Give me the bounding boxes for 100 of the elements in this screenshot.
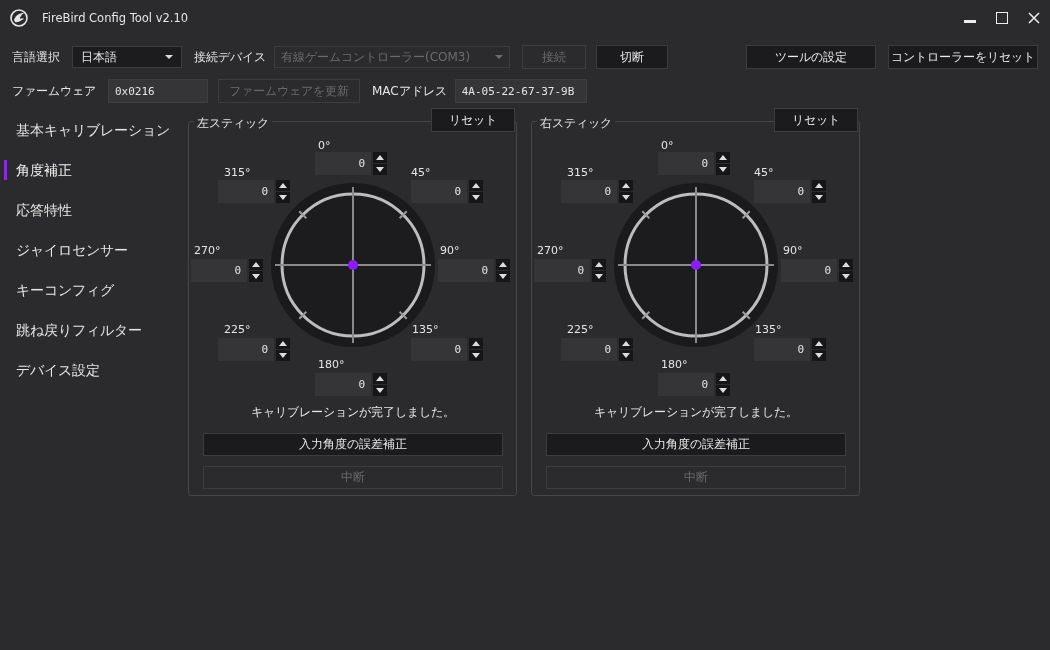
angle-input[interactable]: 0 bbox=[411, 180, 467, 203]
up-triangle-icon bbox=[842, 262, 850, 267]
angle-label: 225° bbox=[224, 323, 251, 336]
sidebar-item[interactable]: 応答特性 bbox=[0, 198, 176, 222]
reset-controller-button[interactable]: コントローラーをリセット bbox=[888, 45, 1038, 69]
tool-settings-button[interactable]: ツールの設定 bbox=[746, 45, 876, 69]
down-triangle-icon bbox=[719, 167, 727, 172]
angle-label: 270° bbox=[537, 244, 564, 257]
firmware-field[interactable]: 0x0216 bbox=[108, 79, 208, 103]
spin-down-button[interactable] bbox=[276, 192, 290, 203]
angle-input[interactable]: 0 bbox=[561, 338, 617, 361]
spin-up-button[interactable] bbox=[496, 259, 510, 270]
reset-button[interactable]: リセット bbox=[774, 108, 858, 132]
mac-address-label: MACアドレス bbox=[372, 82, 447, 100]
sidebar-item[interactable]: 跳ね戻りフィルター bbox=[0, 318, 176, 342]
down-triangle-icon bbox=[252, 274, 260, 279]
spin-up-button[interactable] bbox=[716, 373, 730, 384]
spin-up-button[interactable] bbox=[469, 338, 483, 349]
angle-input[interactable]: 0 bbox=[438, 259, 494, 282]
spin-up-button[interactable] bbox=[469, 180, 483, 191]
sidebar-item[interactable]: デバイス設定 bbox=[0, 358, 176, 382]
spin-up-button[interactable] bbox=[373, 373, 387, 384]
disconnect-button[interactable]: 切断 bbox=[596, 45, 668, 69]
panel-title: 左スティック bbox=[194, 116, 272, 131]
spin-up-button[interactable] bbox=[812, 180, 826, 191]
angle-correction-button[interactable]: 入力角度の誤差補正 bbox=[202, 433, 503, 456]
spin-down-button[interactable] bbox=[716, 385, 730, 396]
spin-up-button[interactable] bbox=[839, 259, 853, 270]
down-triangle-icon bbox=[376, 388, 384, 393]
angle-input[interactable]: 0 bbox=[658, 373, 714, 396]
sidebar-item[interactable]: キーコンフィグ bbox=[0, 278, 176, 302]
up-triangle-icon bbox=[279, 183, 287, 188]
spin-down-button[interactable] bbox=[619, 192, 633, 203]
spin-up-button[interactable] bbox=[619, 180, 633, 191]
down-triangle-icon bbox=[842, 274, 850, 279]
spin-down-button[interactable] bbox=[249, 271, 263, 282]
spin-down-button[interactable] bbox=[716, 164, 730, 175]
down-triangle-icon bbox=[622, 353, 630, 358]
dropdown-caret-icon bbox=[495, 55, 503, 59]
up-triangle-icon bbox=[376, 155, 384, 160]
up-triangle-icon bbox=[719, 155, 727, 160]
angle-input[interactable]: 0 bbox=[315, 152, 371, 175]
down-triangle-icon bbox=[595, 274, 603, 279]
spin-up-button[interactable] bbox=[373, 152, 387, 163]
up-triangle-icon bbox=[622, 341, 630, 346]
spin-up-button[interactable] bbox=[249, 259, 263, 270]
angle-label: 45° bbox=[754, 166, 774, 179]
close-icon[interactable] bbox=[1028, 12, 1040, 24]
angle-label: 0° bbox=[318, 139, 331, 152]
spin-down-button[interactable] bbox=[812, 192, 826, 203]
reset-button[interactable]: リセット bbox=[431, 108, 515, 132]
angle-input[interactable]: 0 bbox=[411, 338, 467, 361]
up-triangle-icon bbox=[815, 183, 823, 188]
mac-address-field[interactable]: 4A-05-22-67-37-9B bbox=[454, 79, 587, 103]
sidebar-item[interactable]: 角度補正 bbox=[0, 158, 176, 182]
angle-label: 90° bbox=[783, 244, 803, 257]
spin-down-button[interactable] bbox=[469, 350, 483, 361]
spin-down-button[interactable] bbox=[373, 385, 387, 396]
spin-up-button[interactable] bbox=[276, 338, 290, 349]
maximize-icon[interactable] bbox=[996, 12, 1008, 24]
angle-input[interactable]: 0 bbox=[218, 180, 274, 203]
sidebar-item[interactable]: ジャイロセンサー bbox=[0, 238, 176, 262]
up-triangle-icon bbox=[622, 183, 630, 188]
down-triangle-icon bbox=[279, 353, 287, 358]
down-triangle-icon bbox=[815, 353, 823, 358]
angle-input[interactable]: 0 bbox=[754, 180, 810, 203]
bird-logo-icon bbox=[10, 9, 28, 27]
up-triangle-icon bbox=[472, 183, 480, 188]
spin-down-button[interactable] bbox=[592, 271, 606, 282]
angle-input[interactable]: 0 bbox=[315, 373, 371, 396]
dropdown-caret-icon bbox=[165, 55, 173, 59]
angle-input[interactable]: 0 bbox=[218, 338, 274, 361]
sidebar-item[interactable]: 基本キャリブレーション bbox=[0, 118, 176, 142]
spin-up-button[interactable] bbox=[619, 338, 633, 349]
angle-correction-button[interactable]: 入力角度の誤差補正 bbox=[545, 433, 846, 456]
window-title: FireBird Config Tool v2.10 bbox=[42, 11, 190, 25]
angle-label: 135° bbox=[412, 323, 439, 336]
spin-down-button[interactable] bbox=[496, 271, 510, 282]
angle-label: 0° bbox=[661, 139, 674, 152]
device-label: 接続デバイス bbox=[194, 48, 266, 66]
spin-up-button[interactable] bbox=[812, 338, 826, 349]
spin-down-button[interactable] bbox=[373, 164, 387, 175]
angle-input[interactable]: 0 bbox=[191, 259, 247, 282]
angle-input[interactable]: 0 bbox=[561, 180, 617, 203]
spin-up-button[interactable] bbox=[276, 180, 290, 191]
spin-up-button[interactable] bbox=[716, 152, 730, 163]
angle-input[interactable]: 0 bbox=[534, 259, 590, 282]
language-dropdown[interactable]: 日本語 bbox=[72, 46, 182, 68]
spin-down-button[interactable] bbox=[619, 350, 633, 361]
spin-up-button[interactable] bbox=[592, 259, 606, 270]
spin-down-button[interactable] bbox=[469, 192, 483, 203]
angle-input[interactable]: 0 bbox=[754, 338, 810, 361]
spin-down-button[interactable] bbox=[812, 350, 826, 361]
spin-down-button[interactable] bbox=[276, 350, 290, 361]
down-triangle-icon bbox=[472, 353, 480, 358]
status-message: キャリブレーションが完了しました。 bbox=[592, 404, 799, 421]
spin-down-button[interactable] bbox=[839, 271, 853, 282]
down-triangle-icon bbox=[472, 195, 480, 200]
angle-input[interactable]: 0 bbox=[658, 152, 714, 175]
angle-input[interactable]: 0 bbox=[781, 259, 837, 282]
